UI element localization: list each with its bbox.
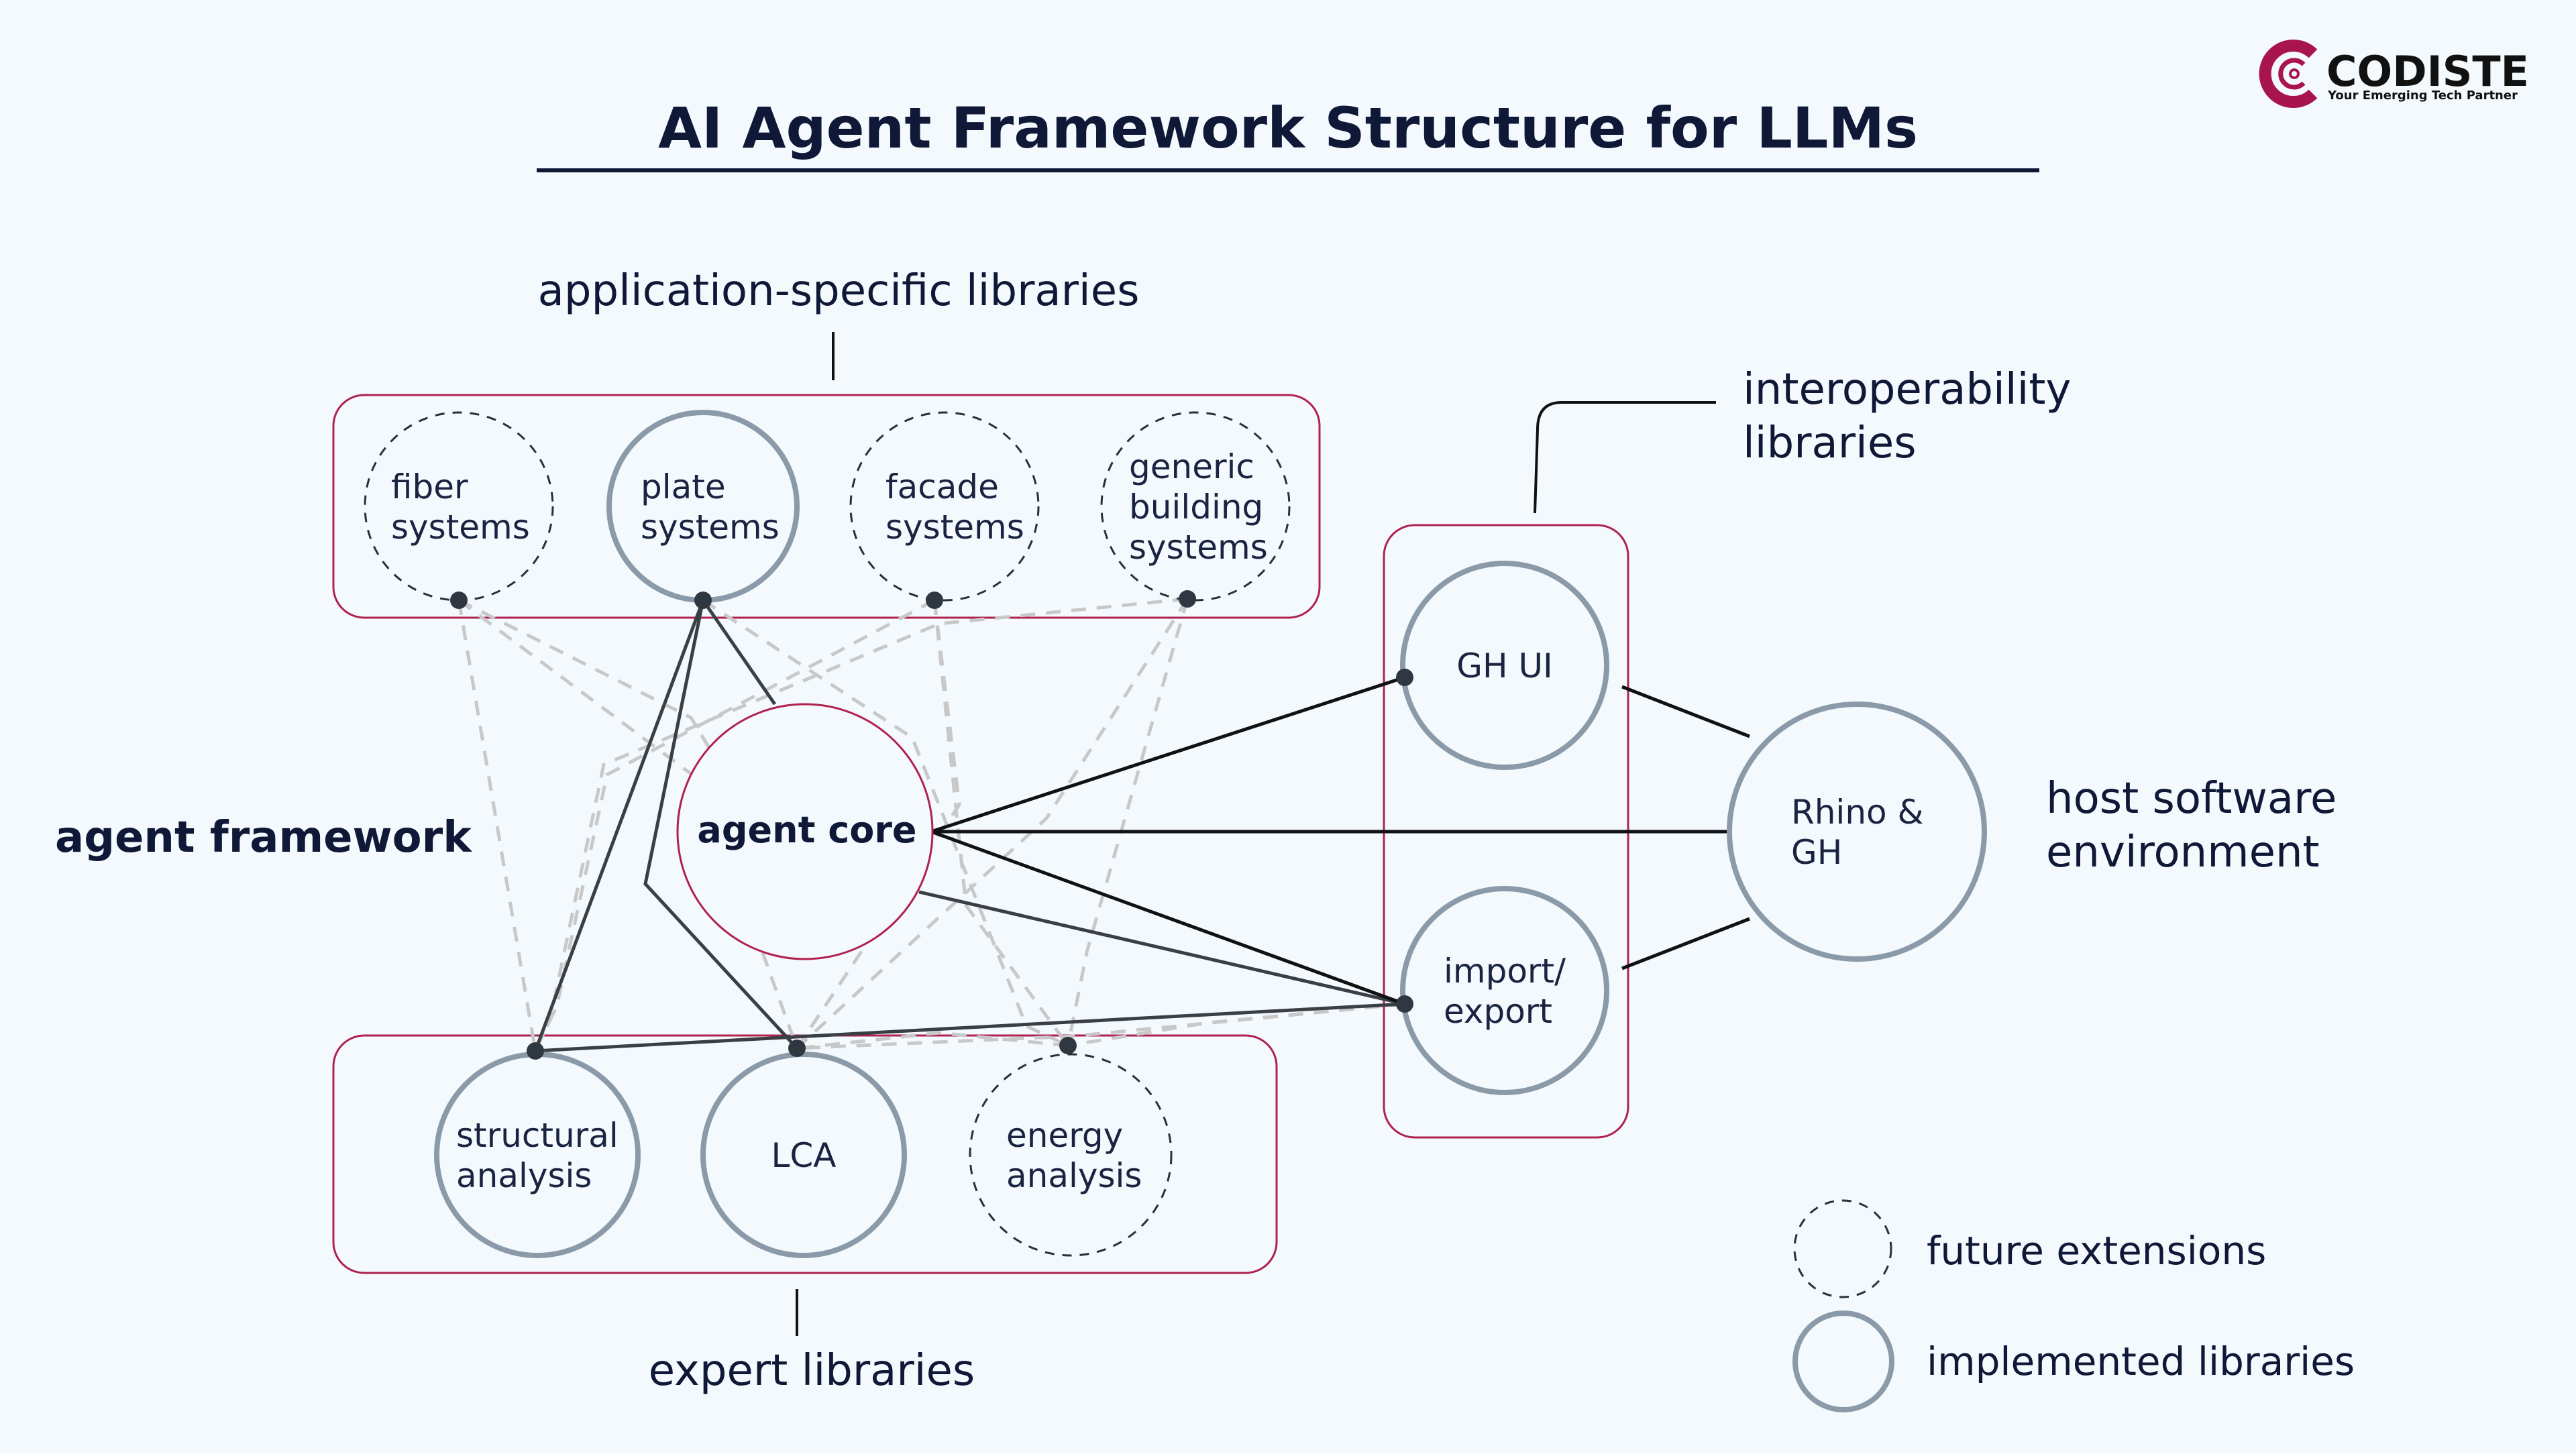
importexport-circle (1400, 886, 1609, 1095)
energy-label-line-1: energy (1006, 1116, 1123, 1155)
application-libraries-label: application-specific libraries (538, 266, 1140, 316)
structural-label-line-1: structural (456, 1116, 619, 1155)
importexport-connector-dot[interactable] (1396, 995, 1413, 1013)
host-label-line-2: environment (2046, 828, 2320, 877)
facade-label-line-2: systems (885, 508, 1024, 547)
plate-circle (606, 410, 800, 603)
logo-tagline: Your Emerging Tech Partner (2327, 89, 2518, 103)
energy-circle (969, 1053, 1173, 1257)
fiber-circle (364, 411, 554, 602)
expert-libraries-label: expert libraries (649, 1346, 975, 1396)
lca-connector-dot[interactable] (788, 1040, 806, 1057)
plate-label-line-1: plate (641, 467, 726, 506)
importexport-label-line-1: import/ (1444, 952, 1566, 991)
generic-label-line-3: systems (1129, 528, 1268, 567)
legend-future-label: future extensions (1927, 1228, 2266, 1274)
structural-connector-dot[interactable] (527, 1042, 544, 1060)
agent-core-label: agent core (697, 809, 916, 851)
structural-circle (434, 1052, 641, 1258)
generic-label-line-1: generic (1129, 447, 1254, 486)
fiber-connector-dot[interactable] (450, 592, 468, 609)
framework-diagram: AI Agent Framework Structure for LLMs CO… (0, 0, 2576, 1454)
interop-label-line-1: interoperability (1743, 365, 2071, 414)
rhino-circle (1727, 702, 1987, 962)
fiber-label-line-1: fiber (391, 467, 468, 506)
rhino-node[interactable]: Rhino &GH (1727, 702, 1987, 962)
host-label-line-1: host software (2046, 774, 2337, 824)
agent-framework-label: agent framework (55, 813, 472, 862)
facade-connector-dot[interactable] (926, 592, 943, 609)
plate-label-line-2: systems (641, 508, 780, 547)
plate-connector-dot[interactable] (694, 592, 712, 609)
ghui-connector-dot[interactable] (1396, 669, 1413, 686)
rhino-label-line-2: GH (1791, 833, 1842, 872)
generic-connector-dot[interactable] (1179, 590, 1196, 608)
generic-label-line-2: building (1129, 488, 1263, 526)
agent-core-node[interactable]: agent core (676, 703, 934, 960)
importexport-label-line-2: export (1444, 992, 1552, 1031)
lca-label-line-1: LCA (771, 1136, 837, 1175)
page-title: AI Agent Framework Structure for LLMs (658, 95, 1918, 161)
facade-circle (849, 411, 1040, 602)
interop-label-line-2: libraries (1743, 418, 1917, 468)
energy-connector-dot[interactable] (1059, 1037, 1077, 1054)
structural-label-line-2: analysis (456, 1156, 592, 1195)
fiber-label-line-2: systems (391, 508, 530, 547)
energy-label-line-2: analysis (1006, 1156, 1142, 1195)
ghui-label-line-1: GH UI (1456, 647, 1553, 685)
legend-implemented-label: implemented libraries (1927, 1339, 2355, 1384)
facade-label-line-1: facade (885, 467, 999, 506)
rhino-label-line-1: Rhino & (1791, 793, 1924, 832)
